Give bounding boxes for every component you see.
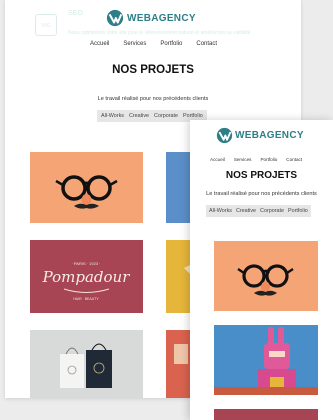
portfolio-item-glasses[interactable] (214, 241, 318, 311)
banner-heading: SEO (68, 10, 83, 17)
section-title: NOS PROJETS (225, 170, 298, 181)
nav-services[interactable]: Services (123, 41, 146, 47)
pompadour-image (214, 409, 318, 420)
filter-corporate[interactable]: Corporate (154, 113, 178, 119)
section-subtitle: Le travail réalisé pour nos précédents c… (97, 96, 209, 102)
nav-portfolio[interactable]: Portfolio (260, 157, 277, 162)
portfolio-item-pompadour[interactable] (214, 409, 318, 420)
banner-text: Nous optimisons votre site pour le référ… (68, 30, 251, 36)
mobile-preview: WEBAGENCY Accueil Services Portfolio Con… (190, 120, 333, 420)
pompadour-image: · PARIS · 1923 · Pompadour HAIR · BEAUTY (30, 240, 143, 313)
main-nav: Accueil Services Portfolio Contact (90, 41, 217, 47)
pompadour-wordmark: Pompadour (42, 268, 131, 286)
nav-portfolio[interactable]: Portfolio (160, 41, 182, 47)
nav-contact[interactable]: Contact (286, 157, 302, 162)
nav-accueil[interactable]: Accueil (210, 157, 225, 162)
pink-bunny-image (214, 325, 318, 395)
filter-creative[interactable]: Creative (129, 113, 149, 119)
portfolio-item-glasses[interactable] (30, 152, 143, 223)
brand-icon (106, 9, 124, 27)
filter-all-works[interactable]: All-Works (209, 208, 232, 214)
filter-portfolio[interactable]: Portfolio (183, 113, 203, 119)
site-logo-mobile[interactable]: WEBAGENCY (216, 127, 304, 144)
section-title: NOS PROJETS (112, 64, 194, 76)
portfolio-item-bags[interactable] (30, 330, 143, 398)
svg-text:· PARIS · 1923 ·: · PARIS · 1923 · (71, 261, 100, 266)
filter-all-works[interactable]: All-Works (101, 113, 124, 119)
nav-services[interactable]: Services (234, 157, 252, 162)
brand-name: WEBAGENCY (235, 130, 304, 141)
filter-creative[interactable]: Creative (236, 208, 256, 214)
filter-bar-mobile: All-Works Creative Corporate Portfolio (206, 205, 311, 217)
filter-portfolio[interactable]: Portfolio (288, 208, 308, 214)
portfolio-item-bunny[interactable] (214, 325, 318, 395)
filter-corporate[interactable]: Corporate (260, 208, 284, 214)
brand-icon (216, 127, 233, 144)
nav-accueil[interactable]: Accueil (90, 41, 109, 47)
glasses-mustache-image (214, 241, 318, 311)
brand-name: WEBAGENCY (127, 12, 196, 24)
svg-text:HAIR · BEAUTY: HAIR · BEAUTY (73, 297, 99, 301)
glasses-mustache-image (30, 152, 143, 223)
shopping-bags-image (30, 330, 143, 398)
site-logo[interactable]: WEBAGENCY (106, 9, 196, 27)
main-nav-mobile: Accueil Services Portfolio Contact (210, 157, 302, 162)
placeholder-image-icon: IMG (35, 14, 57, 36)
section-subtitle: Le travail réalisé pour nos précédents c… (206, 191, 317, 197)
portfolio-item-pompadour[interactable]: · PARIS · 1923 · Pompadour HAIR · BEAUTY (30, 240, 143, 313)
nav-contact[interactable]: Contact (196, 41, 217, 47)
